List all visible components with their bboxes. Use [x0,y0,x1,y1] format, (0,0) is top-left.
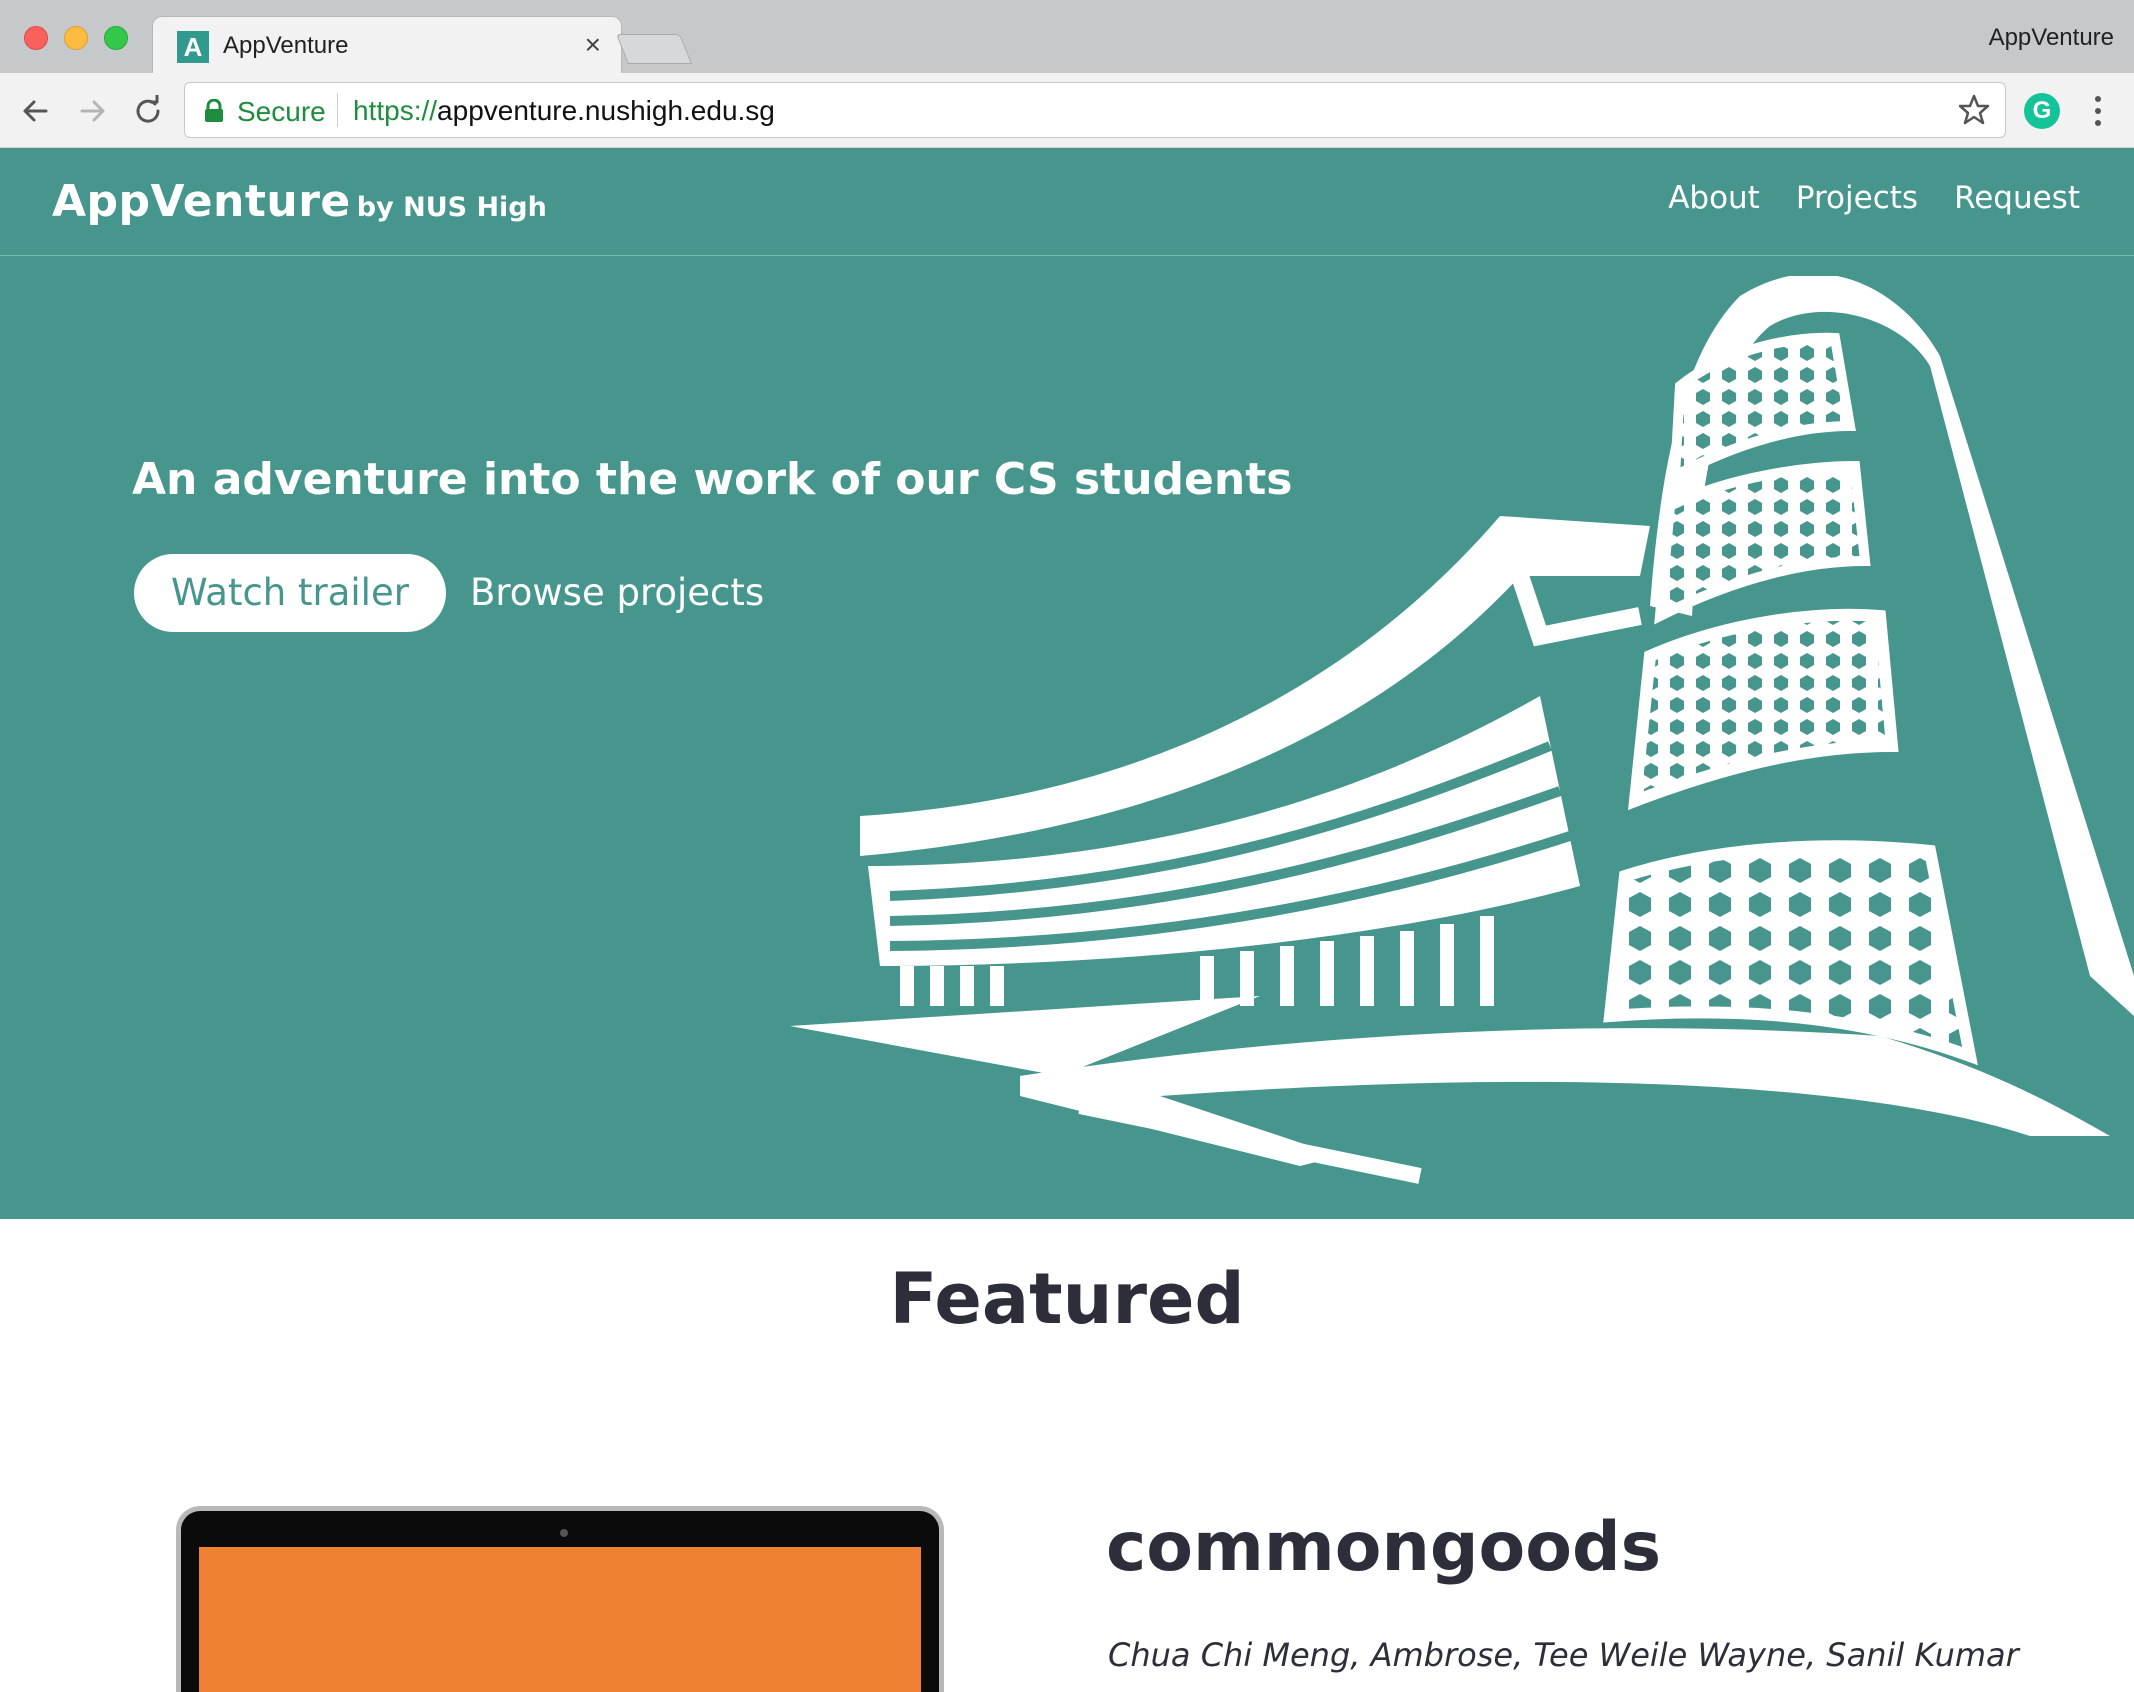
project-title[interactable]: commongoods [1106,1508,1661,1587]
nav-link-projects[interactable]: Projects [1796,180,1918,216]
address-divider [337,93,338,127]
address-bar[interactable]: Secure https://appventure.nushigh.edu.sg [184,82,2006,138]
browse-projects-button[interactable]: Browse projects [470,554,764,632]
brand-logo[interactable]: AppVenture by NUS High [52,176,547,227]
reload-button[interactable] [128,91,168,131]
brand-subtitle: by NUS High [356,192,547,223]
tab-close-icon[interactable]: × [585,29,601,61]
main-nav: About Projects Request [1668,180,2080,216]
browser-tabstrip: A AppVenture × AppVenture [0,0,2134,74]
project-laptop-mockup[interactable] [176,1506,944,1692]
back-arrow-icon [23,100,48,122]
url-text[interactable]: https://appventure.nushigh.edu.sg [353,95,775,127]
forward-arrow-icon [80,100,105,122]
site-header: AppVenture by NUS High About Projects Req… [0,148,2134,256]
watch-trailer-button[interactable]: Watch trailer [134,554,446,632]
forward-button[interactable] [72,91,112,131]
project-screenshot [199,1547,921,1692]
star-icon[interactable] [1957,93,1991,127]
hero-section: An adventure into the work of our CS stu… [0,256,2134,1219]
url-host: appventure.nushigh.edu.sg [437,95,775,126]
back-button[interactable] [16,91,56,131]
lock-icon [205,99,223,122]
nav-link-request[interactable]: Request [1954,180,2080,216]
reload-icon [136,95,160,123]
grammarly-icon[interactable]: G [2024,93,2060,129]
nav-link-about[interactable]: About [1668,180,1760,216]
brand-name: AppVenture [52,176,351,227]
tab-title: AppVenture [223,32,349,59]
secure-label: Secure [237,96,326,127]
appventure-favicon-icon: A [177,31,209,63]
browser-tab-active[interactable]: A AppVenture × [152,16,622,74]
close-window-button[interactable] [24,26,48,50]
browser-profile-name[interactable]: AppVenture [1989,24,2114,52]
building-illustration [790,276,2134,1184]
new-tab-button[interactable] [615,34,693,64]
featured-heading: Featured [889,1258,1245,1340]
maximize-window-button[interactable] [104,26,128,50]
minimize-window-button[interactable] [64,26,88,50]
url-scheme: https:// [353,95,438,126]
project-authors: Chua Chi Meng, Ambrose, Tee Weile Wayne,… [1108,1636,2019,1674]
laptop-camera [560,1529,568,1537]
browser-toolbar: Secure https://appventure.nushigh.edu.sg… [0,73,2134,148]
menu-dots-icon[interactable] [2086,91,2110,131]
